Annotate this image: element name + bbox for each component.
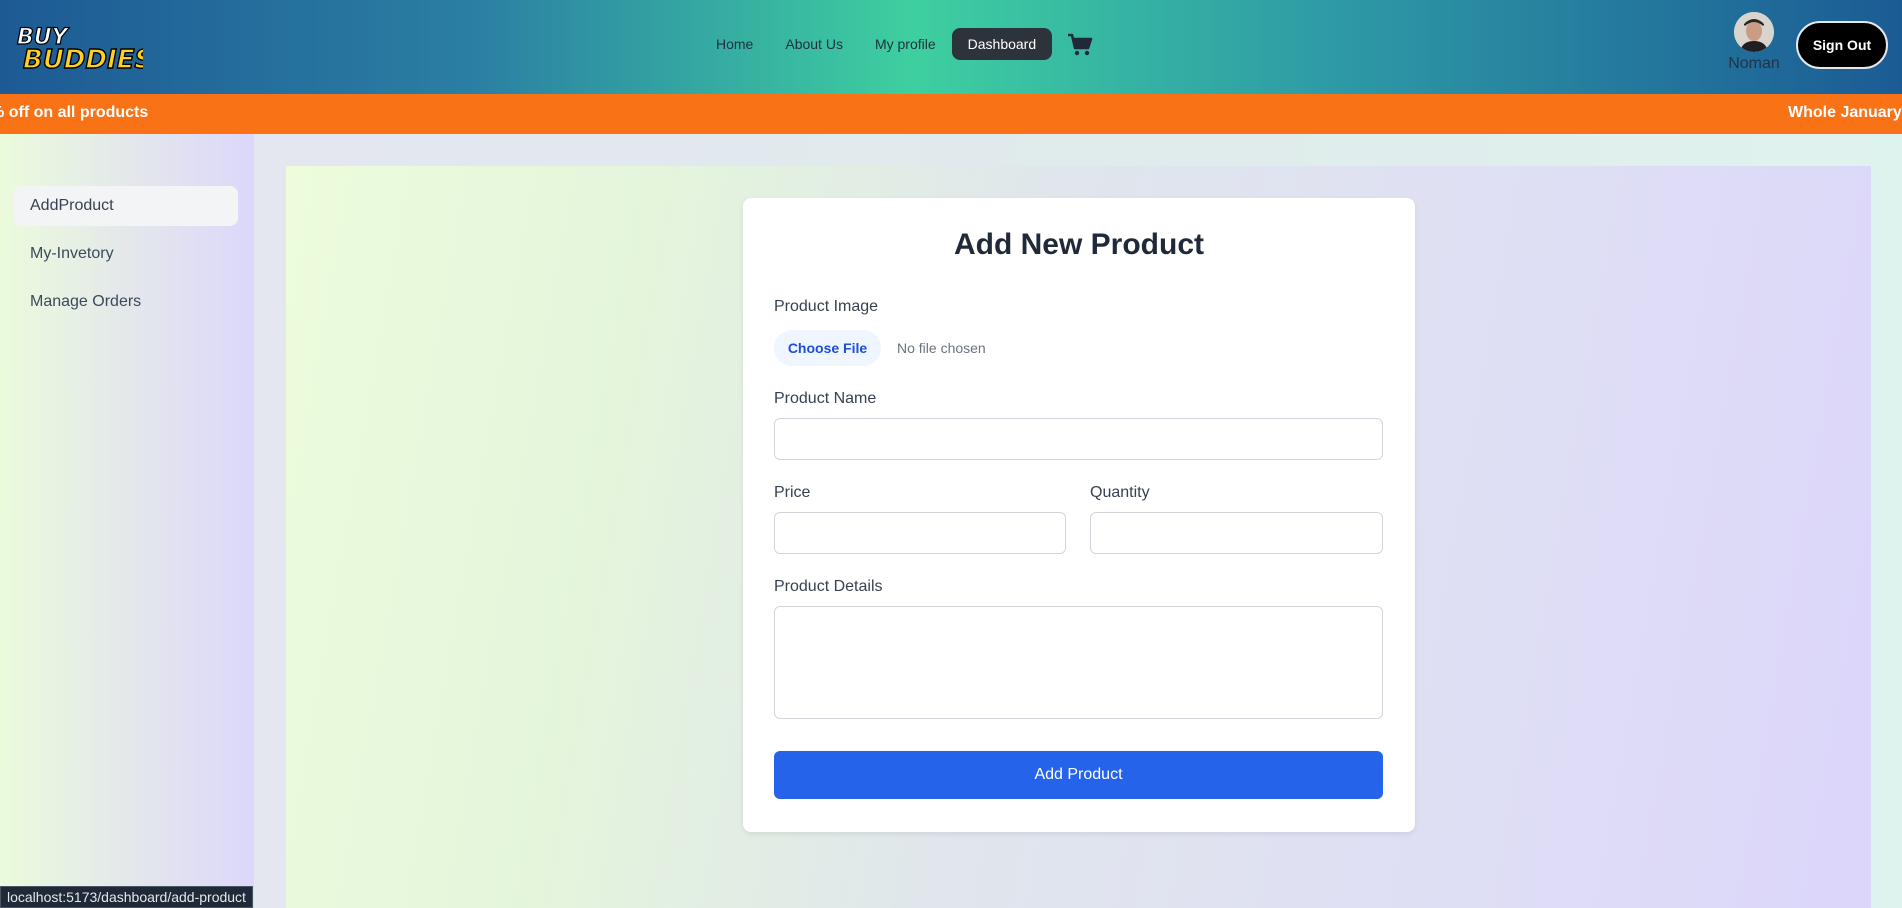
quantity-input[interactable] [1090,512,1383,554]
shopping-cart-icon[interactable] [1066,30,1094,58]
top-navbar: BUY BUDDIES Home About Us My profile Das… [0,0,1902,94]
quantity-label: Quantity [1090,484,1150,501]
product-image-label: Product Image [774,298,879,315]
sign-out-button[interactable]: Sign Out [1796,21,1888,69]
sidebar-item-manage-orders[interactable]: Manage Orders [14,282,238,322]
price-label: Price [774,484,811,501]
sidebar-item-add-product[interactable]: AddProduct [14,186,238,226]
buy-buddies-logo[interactable]: BUY BUDDIES [15,20,154,75]
promo-text-repeat: Whole January 10% off on all products [1788,104,1902,121]
sidebar-item-my-inventory[interactable]: My-Invetory [14,234,238,274]
user-name: Noman [1728,55,1780,72]
add-product-button[interactable]: Add Product [774,751,1383,799]
nav-my-profile[interactable]: My profile [859,28,952,60]
svg-text:BUDDIES: BUDDIES [23,45,143,72]
promo-text: Whole January 10% off on all products [0,104,149,121]
product-details-textarea[interactable] [774,606,1383,719]
nav-home[interactable]: Home [700,28,769,60]
form-title: Add New Product [953,228,1204,261]
add-product-form: Add New Product Product Image Choose Fil… [743,198,1415,832]
choose-file-button[interactable]: Choose File [774,330,881,366]
nav-dashboard[interactable]: Dashboard [951,28,1053,60]
dashboard-sidebar: AddProduct My-Invetory Manage Orders [0,134,254,908]
avatar[interactable] [1734,12,1774,52]
price-input[interactable] [774,512,1066,554]
product-name-input[interactable] [774,418,1383,460]
product-name-label: Product Name [774,390,877,407]
user-profile[interactable]: Noman [1726,12,1782,78]
nav-about-us[interactable]: About Us [769,28,859,60]
browser-status-url: localhost:5173/dashboard/add-product [0,886,253,908]
promo-marquee: Whole January 10% off on all products Wh… [0,94,1902,134]
product-details-label: Product Details [774,578,883,595]
file-status-text: No file chosen [897,340,986,356]
main-nav: Home About Us My profile Dashboard [700,26,1094,62]
